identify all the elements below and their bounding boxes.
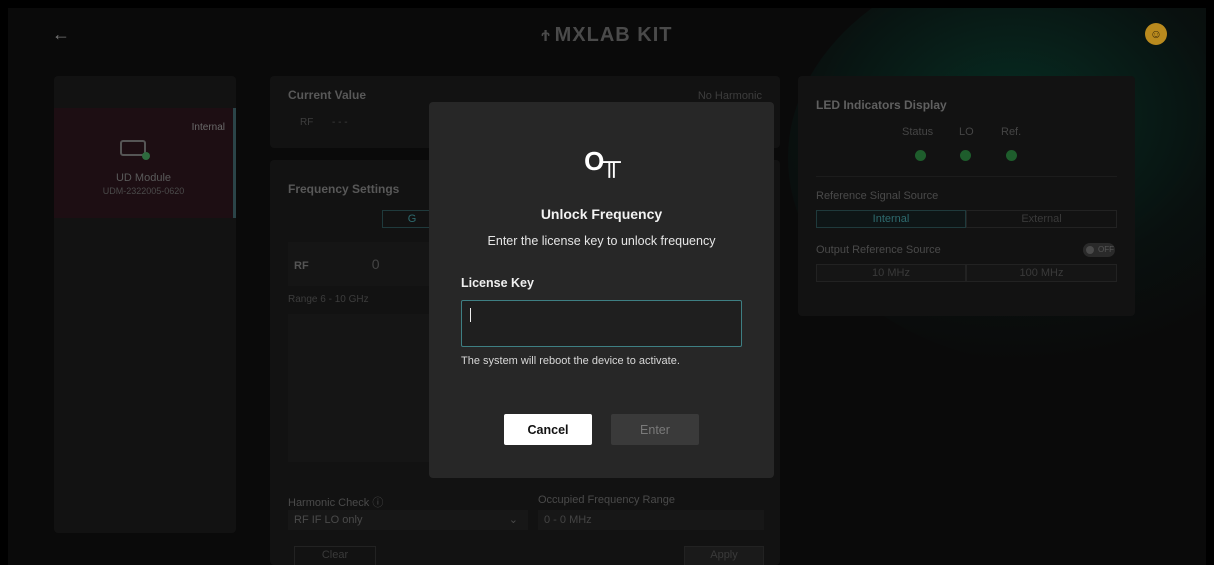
enter-button[interactable]: Enter	[611, 414, 699, 445]
key-icon: O╥	[584, 146, 621, 176]
license-key-input[interactable]	[461, 300, 742, 347]
unlock-frequency-dialog: O╥ Unlock Frequency Enter the license ke…	[429, 102, 774, 478]
text-caret	[470, 308, 471, 322]
dialog-title: Unlock Frequency	[540, 206, 663, 222]
dialog-subtitle: Enter the license key to unlock frequenc…	[487, 234, 716, 248]
license-key-label: License Key	[461, 276, 534, 290]
modal-overlay: O╥ Unlock Frequency Enter the license ke…	[0, 0, 1214, 565]
cancel-button[interactable]: Cancel	[504, 414, 592, 445]
reboot-note: The system will reboot the device to act…	[461, 355, 680, 367]
